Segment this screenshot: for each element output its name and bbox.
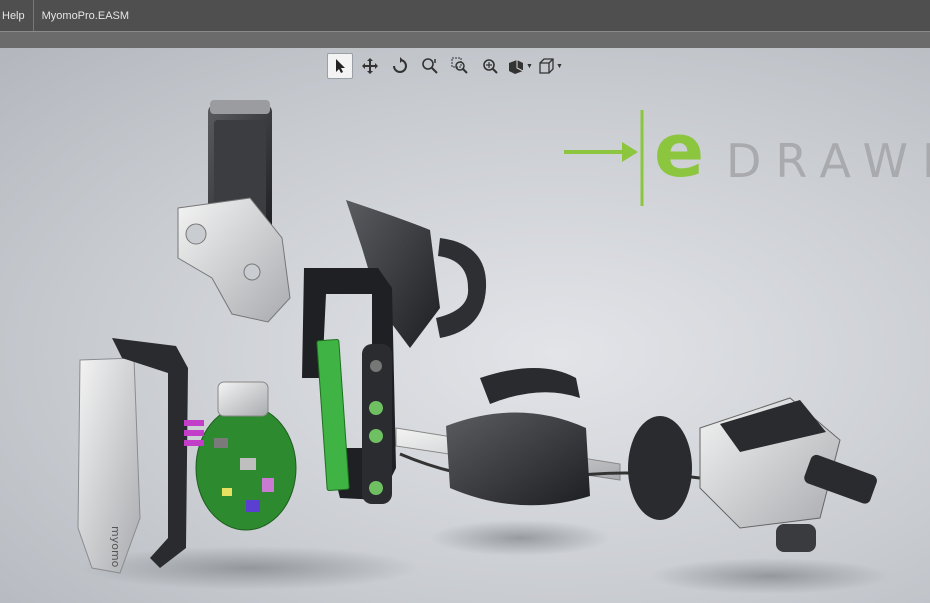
outer-cover-part: myomo: [77, 357, 141, 574]
select-tool-button[interactable]: [327, 53, 353, 79]
shadow-middle: [430, 520, 610, 556]
shadow-left: [80, 546, 420, 590]
pan-icon: [362, 58, 378, 74]
view-orientation-button[interactable]: ▼: [537, 53, 563, 79]
arrow-icon: [564, 110, 644, 206]
chevron-down-icon: ▼: [526, 62, 533, 70]
select-arrow-icon: [336, 59, 345, 73]
zoom-to-area-button[interactable]: [447, 53, 473, 79]
title-bar: Help MyomoPro.EASM: [0, 0, 930, 31]
hand-assembly-part: [628, 397, 877, 552]
pan-tool-button[interactable]: [357, 53, 383, 79]
zoom-to-fit-button[interactable]: [477, 53, 503, 79]
secondary-bar: [0, 31, 930, 49]
zoom-to-area-icon: [451, 57, 468, 74]
shadow-right: [650, 558, 890, 594]
logo-word: DRAWI: [726, 134, 930, 188]
zoom-icon: [422, 58, 438, 74]
device-brand-label: myomo: [109, 526, 122, 568]
document-title: MyomoPro.EASM: [41, 9, 130, 22]
mounting-plate-part: [177, 197, 291, 323]
chevron-down-icon: ▼: [556, 62, 563, 70]
motor-part: [217, 381, 269, 417]
view-toolbar: ▼ ▼: [327, 52, 563, 80]
view-orientation-icon: [539, 58, 554, 74]
menu-help[interactable]: Help: [0, 0, 34, 31]
circuit-board-part: [195, 405, 297, 531]
upper-strap-part: [436, 238, 487, 338]
zoom-to-fit-icon: [483, 59, 498, 74]
rotate-tool-button[interactable]: [387, 53, 413, 79]
rotate-icon: [393, 57, 407, 73]
zoom-tool-button[interactable]: [417, 53, 443, 79]
emg-sensor-part: [316, 339, 350, 491]
control-panel-part: [362, 344, 392, 504]
display-style-button[interactable]: ▼: [507, 53, 533, 79]
logo-letter: e: [654, 108, 705, 194]
display-style-icon: [509, 60, 524, 74]
edrawings-logo: e DRAWI: [562, 108, 930, 208]
forearm-cuff-part: [446, 368, 590, 506]
